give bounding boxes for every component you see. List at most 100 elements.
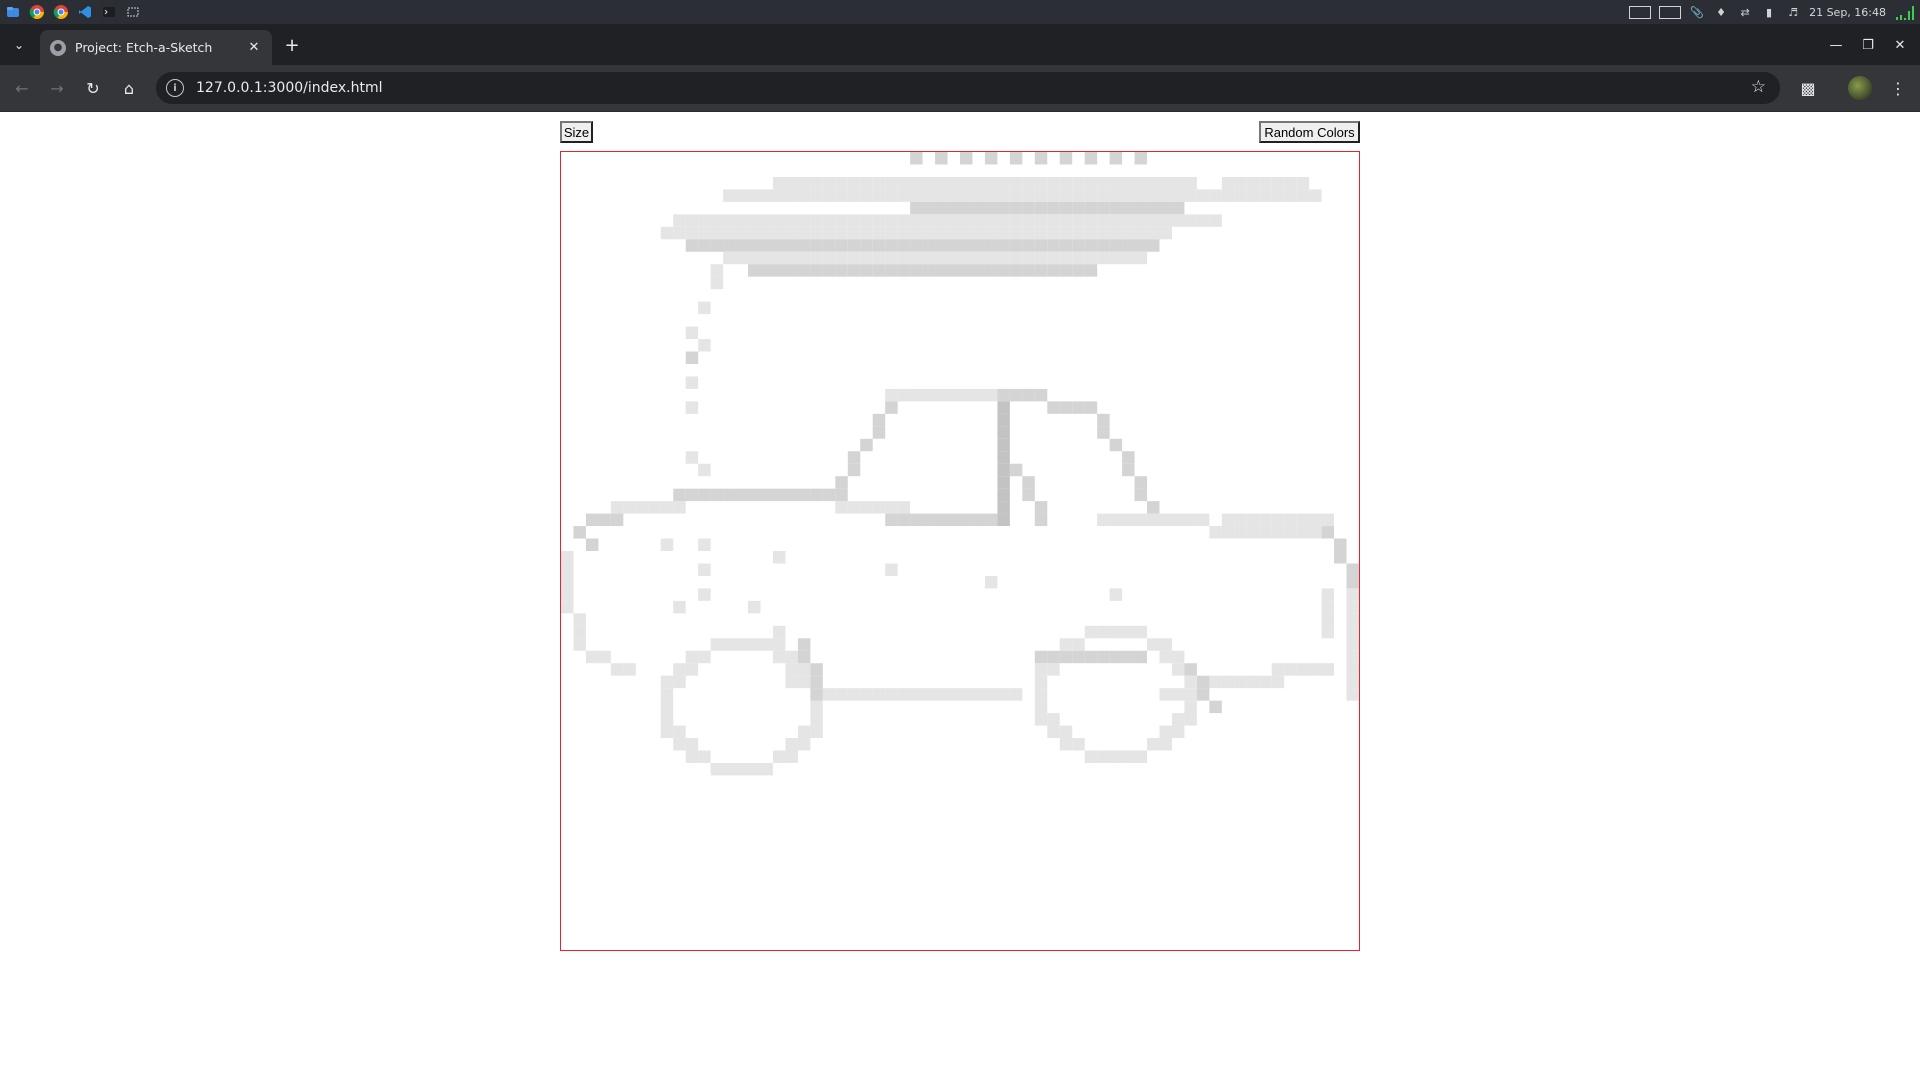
sketch-cell[interactable] bbox=[748, 264, 761, 277]
sketch-cell[interactable] bbox=[1109, 201, 1123, 215]
extensions-icon[interactable]: ▩ bbox=[1794, 74, 1822, 102]
sketch-cell[interactable] bbox=[997, 501, 1010, 514]
sketch-cell[interactable] bbox=[935, 176, 948, 190]
sketch-cell[interactable] bbox=[610, 513, 624, 527]
sketch-cell[interactable] bbox=[1084, 251, 1098, 265]
sketch-cell[interactable] bbox=[885, 264, 898, 277]
sketch-cell[interactable] bbox=[1147, 176, 1160, 190]
sketch-cell[interactable] bbox=[872, 226, 886, 240]
sketch-cell[interactable] bbox=[835, 189, 848, 202]
sketch-cell[interactable] bbox=[922, 176, 936, 190]
sketch-cell[interactable] bbox=[810, 725, 823, 739]
sketch-cell[interactable] bbox=[910, 513, 923, 527]
sketch-cell[interactable] bbox=[1321, 600, 1335, 614]
sketch-cell[interactable] bbox=[1196, 675, 1210, 689]
sketch-cell[interactable] bbox=[1009, 388, 1023, 402]
chrome-icon[interactable] bbox=[28, 3, 46, 21]
sketch-cell[interactable] bbox=[1034, 152, 1048, 165]
sketch-cell[interactable] bbox=[972, 388, 985, 402]
sketch-cell[interactable] bbox=[673, 214, 686, 227]
menu-kebab-icon[interactable]: ⋮ bbox=[1884, 74, 1912, 102]
sketch-cell[interactable] bbox=[1084, 214, 1098, 227]
close-tab-icon[interactable]: ✕ bbox=[244, 38, 264, 58]
sketch-cell[interactable] bbox=[1022, 189, 1035, 202]
sketch-cell[interactable] bbox=[922, 264, 936, 277]
sketch-cell[interactable] bbox=[847, 463, 861, 477]
sketch-cell[interactable] bbox=[897, 176, 911, 190]
sketch-cell[interactable] bbox=[972, 226, 985, 240]
sketch-cell[interactable] bbox=[685, 663, 699, 676]
sketch-cell[interactable] bbox=[1022, 251, 1035, 265]
sketch-cell[interactable] bbox=[997, 401, 1010, 414]
sketch-cell[interactable] bbox=[1059, 152, 1073, 165]
sketch-cell[interactable] bbox=[1009, 152, 1023, 165]
sketch-cell[interactable] bbox=[598, 650, 611, 664]
sketch-cell[interactable] bbox=[1109, 750, 1123, 763]
sketch-cell[interactable] bbox=[872, 176, 886, 190]
sketch-cell[interactable] bbox=[935, 201, 948, 215]
bookmark-star-icon[interactable]: ☆ bbox=[1751, 77, 1766, 97]
sketch-cell[interactable] bbox=[735, 762, 749, 776]
sketch-cell[interactable] bbox=[1334, 538, 1347, 551]
sketch-cell[interactable] bbox=[1184, 513, 1197, 527]
sketch-cell[interactable] bbox=[910, 189, 923, 202]
sketch-cell[interactable] bbox=[1309, 513, 1322, 527]
sketch-cell[interactable] bbox=[1346, 625, 1359, 639]
sketch-cell[interactable] bbox=[772, 189, 786, 202]
sketch-cell[interactable] bbox=[1122, 189, 1135, 202]
sketch-cell[interactable] bbox=[984, 152, 998, 165]
sketch-cell[interactable] bbox=[1134, 152, 1148, 165]
sketch-cell[interactable] bbox=[897, 513, 911, 527]
sketch-cell[interactable] bbox=[1259, 675, 1272, 689]
sketch-cell[interactable] bbox=[1171, 713, 1185, 726]
sketch-cell[interactable] bbox=[1084, 152, 1098, 165]
sketch-cell[interactable] bbox=[1109, 650, 1123, 664]
sketch-cell[interactable] bbox=[748, 600, 761, 614]
sketch-cell[interactable] bbox=[935, 226, 948, 240]
sketch-cell[interactable] bbox=[885, 214, 898, 227]
sketch-cell[interactable] bbox=[710, 276, 724, 290]
sketch-cell[interactable] bbox=[723, 762, 736, 776]
sketch-cell[interactable] bbox=[1234, 189, 1247, 202]
sketch-cell[interactable] bbox=[1059, 650, 1073, 664]
sketch-cell[interactable] bbox=[1034, 388, 1048, 402]
sketch-cell[interactable] bbox=[847, 688, 861, 701]
sketch-cell[interactable] bbox=[1184, 176, 1197, 190]
sketch-cell[interactable] bbox=[1009, 463, 1023, 477]
sketch-cell[interactable] bbox=[1221, 513, 1235, 527]
sketch-cell[interactable] bbox=[847, 451, 861, 464]
sketch-cell[interactable] bbox=[1097, 226, 1110, 240]
sketch-cell[interactable] bbox=[735, 214, 749, 227]
close-window-icon[interactable]: ✕ bbox=[1886, 32, 1914, 58]
sketch-cell[interactable] bbox=[1234, 675, 1247, 689]
sketch-cell[interactable] bbox=[797, 738, 811, 751]
sketch-cell[interactable] bbox=[1147, 239, 1160, 252]
sketch-cell[interactable] bbox=[835, 214, 848, 227]
sketch-cell[interactable] bbox=[1034, 501, 1048, 514]
sketch-cell[interactable] bbox=[872, 264, 886, 277]
sketch-cell[interactable] bbox=[1009, 214, 1023, 227]
sketch-cell[interactable] bbox=[1122, 239, 1135, 252]
sketch-cell[interactable] bbox=[984, 189, 998, 202]
sketch-cell[interactable] bbox=[760, 214, 773, 227]
sketch-cell[interactable] bbox=[1346, 675, 1359, 689]
sketch-cell[interactable] bbox=[1059, 251, 1073, 265]
sketch-cell[interactable] bbox=[960, 152, 973, 165]
sketch-cell[interactable] bbox=[947, 688, 960, 701]
sketch-cell[interactable] bbox=[997, 189, 1010, 202]
sketch-cell[interactable] bbox=[935, 388, 948, 402]
sketch-cell[interactable] bbox=[1059, 638, 1073, 651]
sketch-cell[interactable] bbox=[772, 625, 786, 639]
minimize-icon[interactable]: — bbox=[1822, 32, 1850, 58]
sketch-cell[interactable] bbox=[860, 189, 873, 202]
sketch-cell[interactable] bbox=[822, 488, 836, 502]
sketch-cell[interactable] bbox=[947, 388, 960, 402]
sketch-cell[interactable] bbox=[997, 239, 1010, 252]
sketch-cell[interactable] bbox=[872, 189, 886, 202]
sketch-cell[interactable] bbox=[785, 226, 798, 240]
sketch-cell[interactable] bbox=[810, 239, 823, 252]
sketch-cell[interactable] bbox=[723, 488, 736, 502]
sketch-cell[interactable] bbox=[1059, 201, 1073, 215]
sketch-cell[interactable] bbox=[935, 264, 948, 277]
sketch-cell[interactable] bbox=[710, 239, 724, 252]
